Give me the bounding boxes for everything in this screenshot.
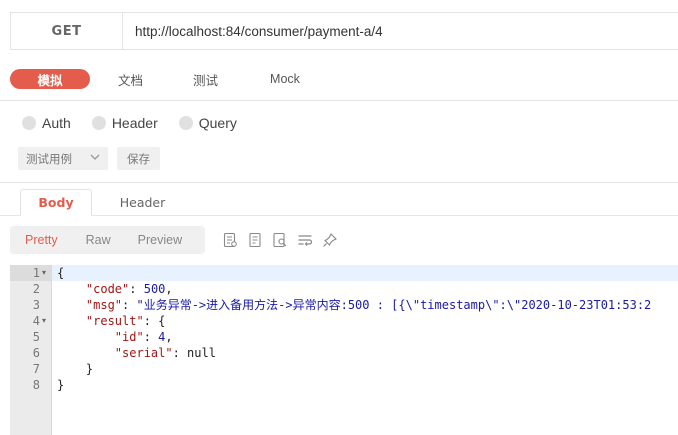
radio-circle-icon — [22, 116, 36, 130]
json-separator: : { — [143, 314, 166, 328]
line-number: 7 — [32, 362, 40, 376]
tab-docs[interactable]: 文档 — [118, 69, 143, 89]
json-comma: , — [165, 282, 173, 296]
line-number: 8 — [32, 378, 40, 392]
active-line-highlight — [10, 265, 678, 281]
response-tabs: Body Header — [20, 189, 193, 216]
json-brace: { — [57, 266, 65, 280]
fold-arrow-icon[interactable]: ▾ — [42, 313, 46, 329]
line-number: 6 — [32, 346, 40, 360]
code-line: "id": 4, — [57, 329, 173, 345]
radio-circle-icon — [178, 116, 193, 130]
json-value: 500 — [143, 282, 166, 296]
radio-label: Header — [111, 115, 158, 131]
save-button[interactable]: 保存 — [117, 147, 160, 170]
json-brace: } — [57, 378, 65, 392]
search-doc-icon[interactable] — [272, 232, 288, 248]
copy-icon[interactable] — [247, 232, 263, 248]
json-brace: } — [85, 362, 94, 376]
code-line: { — [57, 265, 64, 281]
json-key: "result" — [85, 314, 144, 328]
json-key: "id" — [114, 330, 144, 344]
response-body-editor[interactable]: 1 ▾ 2 3 4 ▾ 5 6 7 8 { "code": 500, "msg"… — [10, 265, 678, 435]
tab-body[interactable]: Body — [20, 189, 92, 216]
divider — [0, 182, 678, 183]
pin-icon[interactable] — [322, 232, 338, 248]
view-mode-switch: Pretty Raw Preview — [10, 226, 205, 254]
test-case-select[interactable]: 测试用例 — [18, 147, 108, 170]
tab-simulate[interactable]: 模拟 — [10, 69, 90, 89]
view-pretty[interactable]: Pretty — [25, 233, 58, 247]
view-preview[interactable]: Preview — [138, 233, 182, 247]
json-separator: : — [172, 346, 188, 360]
line-number: 5 — [32, 330, 40, 344]
wrap-lines-icon[interactable] — [297, 232, 313, 248]
radio-query[interactable]: Query — [178, 115, 237, 131]
line-number: 4 — [32, 314, 40, 328]
tab-test[interactable]: 测试 — [193, 69, 218, 89]
json-key: "msg" — [85, 298, 123, 312]
radio-header[interactable]: Header — [91, 115, 158, 131]
code-line: } — [57, 361, 93, 377]
url-input[interactable]: http://localhost:84/consumer/payment-a/4 — [123, 24, 383, 39]
tab-mock[interactable]: Mock — [270, 69, 300, 89]
json-separator: : — [122, 298, 137, 312]
radio-label: Auth — [42, 115, 71, 131]
json-key: "serial" — [114, 346, 173, 360]
method-select[interactable]: GET — [11, 13, 123, 49]
line-number: 2 — [32, 282, 40, 296]
fold-arrow-icon[interactable]: ▾ — [42, 265, 46, 281]
radio-circle-icon — [91, 116, 106, 130]
json-separator: : — [129, 282, 144, 296]
code-line: "serial": null — [57, 345, 216, 361]
code-line: } — [57, 377, 64, 393]
json-value: null — [187, 346, 216, 360]
radio-label: Query — [198, 115, 237, 131]
line-number: 3 — [32, 298, 40, 312]
test-case-label: 测试用例 — [26, 151, 72, 166]
auth-radio-group: Auth Header Query — [22, 115, 237, 131]
url-bar: GET http://localhost:84/consumer/payment… — [10, 12, 678, 50]
code-line: "msg": "业务异常->进入备用方法->异常内容:500 : [{\"tim… — [57, 297, 651, 313]
json-separator: : — [143, 330, 159, 344]
document-icon[interactable] — [222, 232, 238, 248]
api-client-window: GET http://localhost:84/consumer/payment… — [0, 0, 678, 435]
line-number: 1 — [32, 266, 40, 280]
code-line: "code": 500, — [57, 281, 173, 297]
chevron-down-icon — [90, 153, 100, 164]
view-raw[interactable]: Raw — [86, 233, 111, 247]
response-tools — [222, 232, 347, 248]
divider — [0, 100, 678, 101]
json-comma: , — [165, 330, 173, 344]
json-value: "业务异常->进入备用方法->异常内容:500 : [{\"timestamp\… — [136, 298, 652, 312]
mode-tabs: 模拟 文档 测试 Mock — [10, 69, 300, 89]
json-key: "code" — [85, 282, 130, 296]
case-toolbar: 测试用例 保存 — [18, 147, 160, 170]
radio-auth[interactable]: Auth — [22, 115, 71, 131]
code-line: "result": { — [57, 313, 165, 329]
tab-response-header[interactable]: Header — [92, 189, 193, 216]
